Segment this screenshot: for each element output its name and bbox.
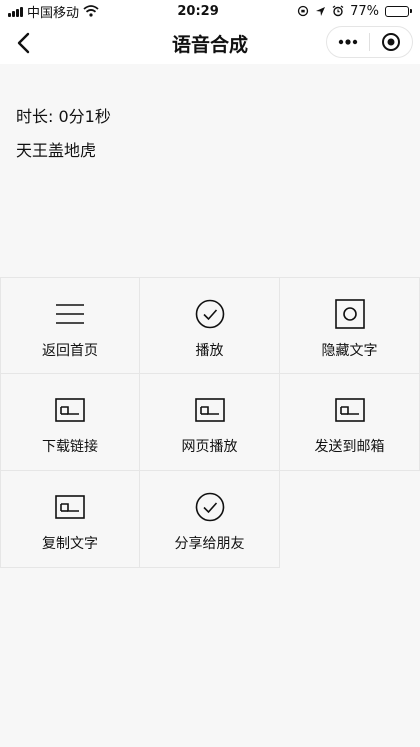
web-play-button[interactable]: 网页播放	[140, 374, 280, 471]
send-email-button-label: 发送到邮箱	[314, 439, 385, 455]
location-icon	[316, 6, 326, 16]
share-friends-button[interactable]: 分享给朋友	[140, 471, 280, 568]
page-title: 语音合成	[171, 33, 248, 56]
home-button-label: 返回首页	[42, 343, 98, 359]
target-circle-icon	[382, 33, 400, 51]
menu-icon	[54, 298, 86, 330]
copy-text-button-label: 复制文字	[42, 536, 98, 552]
check-circle-icon	[194, 491, 226, 523]
rotation-lock-icon	[297, 5, 309, 17]
card-icon	[334, 394, 366, 426]
home-button[interactable]: 返回首页	[0, 277, 140, 374]
close-program-button[interactable]	[370, 27, 412, 57]
chevron-left-icon	[17, 32, 30, 54]
card-icon	[54, 394, 86, 426]
battery-percent: 77%	[350, 3, 379, 19]
download-link-button-label: 下载链接	[42, 439, 98, 455]
record-icon	[334, 298, 366, 330]
status-left: 中国移动	[8, 2, 99, 21]
hide-text-button-label: 隐藏文字	[321, 343, 378, 359]
wifi-icon	[83, 5, 99, 17]
empty-cell	[280, 471, 420, 568]
nav-bar: 语音合成	[0, 22, 420, 64]
duration-text: 时长: 0分1秒	[16, 107, 111, 126]
alarm-icon	[332, 5, 344, 17]
mini-program-capsule	[326, 26, 413, 58]
more-button[interactable]	[327, 27, 369, 57]
play-button[interactable]: 播放	[140, 277, 280, 374]
share-friends-button-label: 分享给朋友	[174, 536, 245, 552]
status-time: 20:29	[177, 3, 219, 19]
more-dots-icon	[338, 39, 358, 45]
web-play-button-label: 网页播放	[181, 439, 238, 455]
hide-text-button[interactable]: 隐藏文字	[280, 277, 420, 374]
card-icon	[54, 491, 86, 523]
back-button[interactable]	[8, 28, 38, 58]
status-right: 77%	[297, 4, 412, 19]
battery-icon	[385, 5, 412, 17]
synthesis-info: 时长: 0分1秒 天王盖地虎	[0, 64, 420, 277]
action-grid: 返回首页 播放 隐藏文字 下载链接 网页播放 发送到邮箱 复制文字 分享给朋友	[0, 277, 420, 568]
copy-text-button[interactable]: 复制文字	[0, 471, 140, 568]
status-bar: 中国移动 20:29 77%	[0, 0, 420, 22]
play-button-label: 播放	[195, 343, 224, 359]
carrier-name: 中国移动	[27, 5, 80, 21]
send-email-button[interactable]: 发送到邮箱	[280, 374, 420, 471]
download-link-button[interactable]: 下载链接	[0, 374, 140, 471]
synthesized-text: 天王盖地虎	[16, 141, 97, 160]
signal-icon	[8, 5, 23, 17]
check-circle-icon	[194, 298, 226, 330]
card-icon	[194, 394, 226, 426]
